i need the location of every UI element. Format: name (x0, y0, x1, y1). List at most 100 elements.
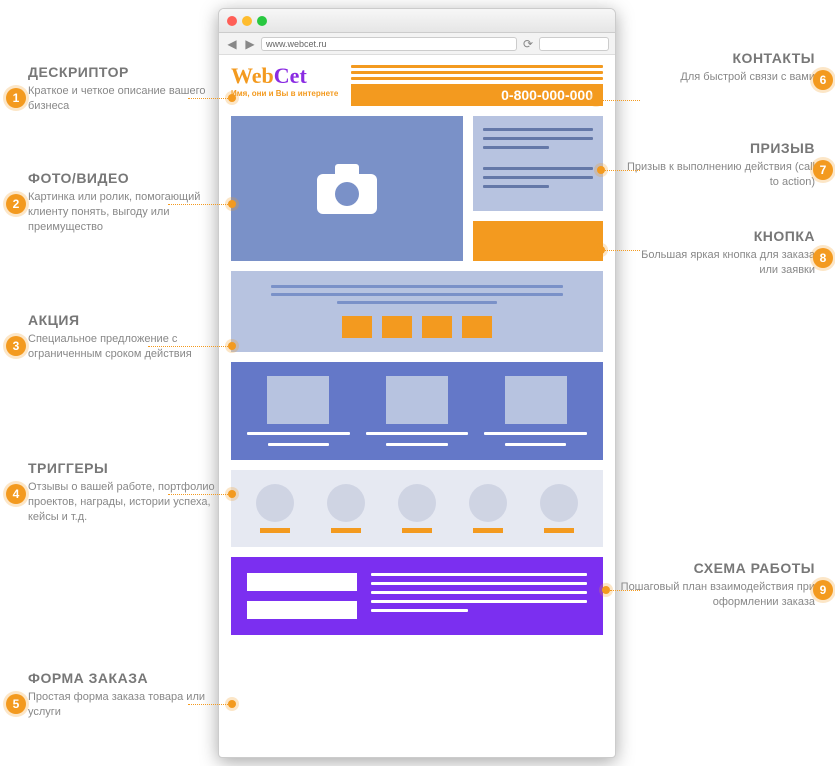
annotation-title: КНОПКА (620, 228, 815, 244)
browser-toolbar: ◀ ▶ www.webcet.ru ⟳ (219, 33, 615, 55)
header-right: 0-800-000-000 (351, 65, 603, 106)
promo-square (462, 316, 492, 338)
order-form-block (231, 557, 603, 635)
connector-line (610, 590, 640, 591)
promo-square (382, 316, 412, 338)
camera-icon (317, 164, 377, 214)
trigger-item[interactable] (247, 376, 350, 446)
annotation-title: КОНТАКТЫ (620, 50, 815, 66)
logo: WebCet (231, 65, 341, 87)
annotation-title: ПРИЗЫВ (620, 140, 815, 156)
connector-dot (228, 700, 236, 708)
workflow-block (231, 470, 603, 547)
form-text (371, 573, 587, 619)
annotation-desc: Призыв к выполнению действия (call to ac… (620, 160, 815, 190)
site-header: WebCet Имя, они и Вы в интернете 0-800-0… (231, 65, 603, 106)
photo-video-block[interactable] (231, 116, 463, 261)
trigger-image (505, 376, 567, 424)
annotation-title: ТРИГГЕРЫ (28, 460, 223, 476)
connector-dot (228, 94, 236, 102)
annotation-number: 5 (6, 694, 26, 714)
address-bar[interactable]: www.webcet.ru (261, 37, 517, 51)
annotation-number: 1 (6, 88, 26, 108)
connector-line (188, 704, 228, 705)
annotation-title: АКЦИЯ (28, 312, 223, 328)
annotation-title: СХЕМА РАБОТЫ (620, 560, 815, 576)
trigger-image (386, 376, 448, 424)
annotation-desc: Для быстрой связи с вами (620, 70, 815, 85)
trigger-item[interactable] (366, 376, 469, 446)
connector-dot (592, 96, 600, 104)
close-icon[interactable] (227, 16, 237, 26)
annotation-desc: Большая яркая кнопка для заказа или заяв… (620, 248, 815, 278)
form-fields (247, 573, 357, 619)
annotation-photo: ФОТО/ВИДЕО Картинка или ролик, помогающи… (28, 170, 223, 235)
annotation-descriptor: ДЕСКРИПТОР Краткое и четкое описание ваш… (28, 64, 223, 114)
cta-button[interactable] (473, 221, 603, 261)
form-input[interactable] (247, 601, 357, 619)
workflow-step (314, 484, 377, 533)
step-icon (327, 484, 365, 522)
contact-phone[interactable]: 0-800-000-000 (351, 84, 603, 106)
annotation-title: ФОТО/ВИДЕО (28, 170, 223, 186)
step-icon (256, 484, 294, 522)
connector-dot (597, 246, 605, 254)
workflow-step (243, 484, 306, 533)
annotation-orderform: ФОРМА ЗАКАЗА Простая форма заказа товара… (28, 670, 223, 720)
page-content: WebCet Имя, они и Вы в интернете 0-800-0… (219, 55, 615, 645)
hero-row (231, 116, 603, 261)
annotation-contacts: КОНТАКТЫ Для быстрой связи с вами (620, 50, 815, 85)
cta-text-block (473, 116, 603, 211)
tagline: Имя, они и Вы в интернете (231, 89, 341, 98)
logo-block: WebCet Имя, они и Вы в интернете (231, 65, 341, 98)
connector-dot (228, 200, 236, 208)
connector-dot (602, 586, 610, 594)
descriptor-lines (351, 65, 603, 80)
step-icon (540, 484, 578, 522)
annotation-desc: Отзывы о вашей работе, портфолио проекто… (28, 480, 223, 525)
annotation-workflow: СХЕМА РАБОТЫ Пошаговый план взаимодейств… (620, 560, 815, 610)
back-icon[interactable]: ◀ (225, 37, 239, 51)
connector-line (168, 494, 228, 495)
trigger-image (267, 376, 329, 424)
annotation-desc: Картинка или ролик, помогающий клиенту п… (28, 190, 223, 235)
annotation-cta: ПРИЗЫВ Призыв к выполнению действия (cal… (620, 140, 815, 190)
annotation-title: ДЕСКРИПТОР (28, 64, 223, 80)
connector-line (600, 100, 640, 101)
form-input[interactable] (247, 573, 357, 591)
minimize-icon[interactable] (242, 16, 252, 26)
annotation-triggers: ТРИГГЕРЫ Отзывы о вашей работе, портфоли… (28, 460, 223, 525)
connector-dot (228, 342, 236, 350)
annotation-number: 7 (813, 160, 833, 180)
connector-dot (228, 490, 236, 498)
forward-icon[interactable]: ▶ (243, 37, 257, 51)
workflow-step (385, 484, 448, 533)
annotation-number: 8 (813, 248, 833, 268)
triggers-block (231, 362, 603, 460)
promo-countdown (342, 316, 492, 338)
browser-window: ◀ ▶ www.webcet.ru ⟳ WebCet Имя, они и Вы… (218, 8, 616, 758)
annotation-promo: АКЦИЯ Специальное предложение с ограниче… (28, 312, 223, 362)
connector-line (605, 250, 640, 251)
browser-titlebar (219, 9, 615, 33)
workflow-step (457, 484, 520, 533)
annotation-number: 3 (6, 336, 26, 356)
step-icon (398, 484, 436, 522)
maximize-icon[interactable] (257, 16, 267, 26)
connector-line (188, 98, 228, 99)
browser-search[interactable] (539, 37, 609, 51)
annotation-number: 9 (813, 580, 833, 600)
workflow-step (528, 484, 591, 533)
connector-line (605, 170, 640, 171)
step-icon (469, 484, 507, 522)
promo-text (271, 285, 563, 304)
connector-line (148, 346, 228, 347)
annotation-number: 4 (6, 484, 26, 504)
connector-line (168, 204, 228, 205)
promo-square (342, 316, 372, 338)
connector-dot (597, 166, 605, 174)
promo-square (422, 316, 452, 338)
reload-icon[interactable]: ⟳ (521, 37, 535, 51)
address-url: www.webcet.ru (266, 39, 327, 49)
trigger-item[interactable] (484, 376, 587, 446)
